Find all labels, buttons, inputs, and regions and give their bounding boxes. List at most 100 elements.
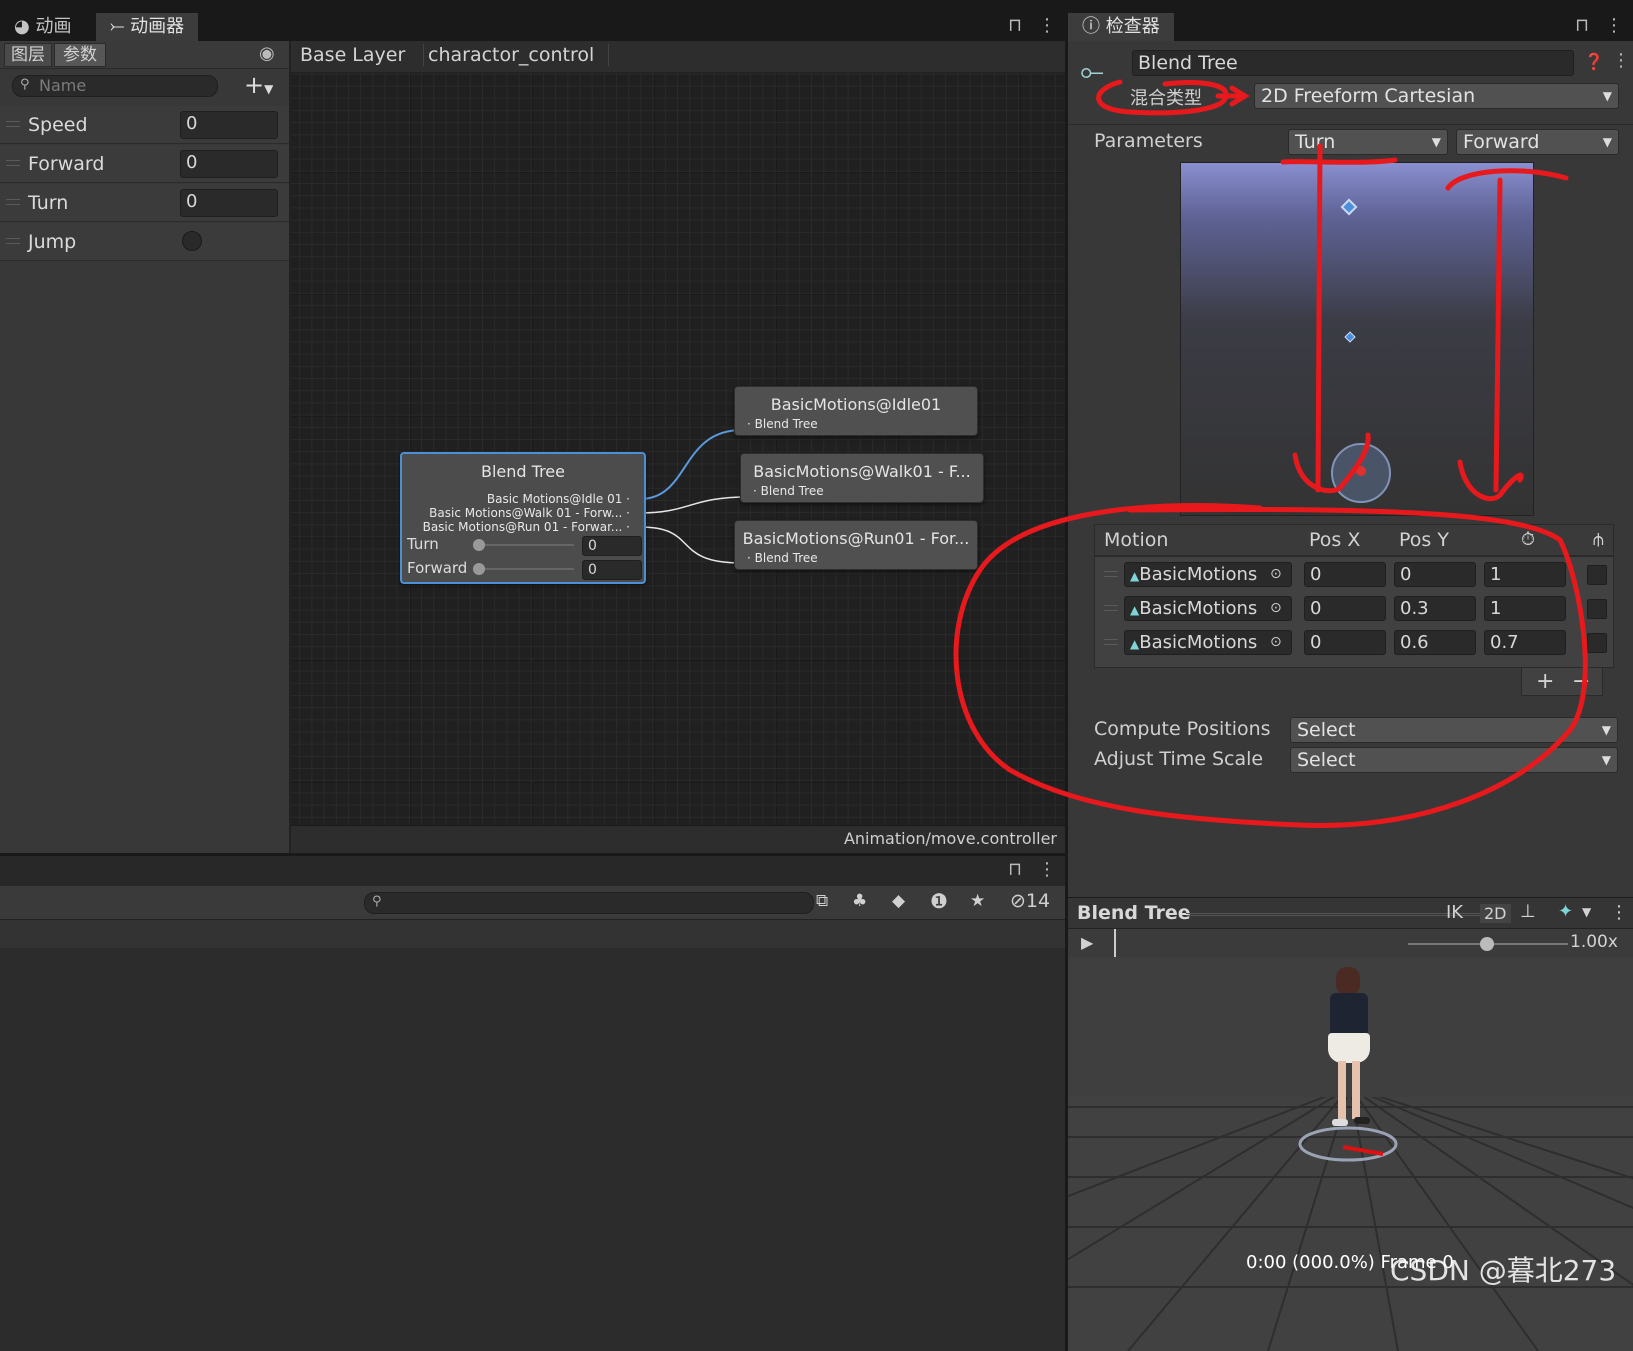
motion-object-field[interactable]: ▲BasicMotions xyxy=(1124,630,1292,655)
tab-inspector[interactable]: ⓘ 检查器 xyxy=(1068,13,1174,41)
timeline-cursor[interactable] xyxy=(1114,929,1116,957)
turn-slider[interactable] xyxy=(473,539,574,551)
play-button[interactable]: ▶ xyxy=(1081,933,1093,952)
shapes-icon[interactable]: ♣ xyxy=(852,891,867,911)
parameters-label: Parameters xyxy=(1094,130,1203,152)
forward-slider[interactable] xyxy=(473,563,574,575)
blend-tree-icon: ⟜ xyxy=(1080,54,1104,89)
motion-row[interactable]: ▲BasicMotions ⊙ 0 0 1 xyxy=(1100,560,1610,592)
anim-clip-icon: ▲ xyxy=(1130,603,1140,617)
motion-node-walk[interactable]: BasicMotions@Walk01 - F... · Blend Tree xyxy=(740,453,984,503)
speed-field[interactable]: 1 xyxy=(1484,596,1566,621)
slider-thumb[interactable] xyxy=(1480,937,1494,951)
more-icon[interactable]: ⋮ xyxy=(1612,50,1630,71)
turn-label: Turn xyxy=(407,535,439,553)
mirror-checkbox[interactable] xyxy=(1587,599,1607,619)
motion-row[interactable]: ▲BasicMotions ⊙ 0 0.6 0.7 xyxy=(1100,628,1610,660)
object-picker-icon[interactable]: ⊙ xyxy=(1270,600,1282,616)
motion-list-header: Motion Pos X Pos Y ⏱ ⫛ xyxy=(1094,524,1614,556)
pivot-icon[interactable]: ⊥ xyxy=(1520,901,1536,922)
motion-node-idle[interactable]: BasicMotions@Idle01 · Blend Tree xyxy=(734,386,978,436)
drag-handle-icon[interactable] xyxy=(1104,639,1118,645)
drag-handle-icon[interactable] xyxy=(1104,605,1118,611)
posx-field[interactable]: 0 xyxy=(1304,630,1386,655)
motion-node-run[interactable]: BasicMotions@Run01 - For... · Blend Tree xyxy=(734,520,978,570)
character-model xyxy=(1326,967,1370,1127)
chevron-down-icon: ▼ xyxy=(1602,89,1612,103)
anim-clip-icon: ▲ xyxy=(1130,637,1140,651)
adjust-time-scale-select[interactable]: Select ▼ xyxy=(1290,747,1618,773)
node-title: Blend Tree xyxy=(481,462,565,481)
warning-icon[interactable]: ❶ xyxy=(930,889,948,913)
param-y-select[interactable]: Forward ▼ xyxy=(1456,129,1619,155)
console-header: ⊓ ⋮ xyxy=(0,856,1065,886)
console-search-input[interactable]: ⚲ xyxy=(364,892,814,914)
posy-field[interactable]: 0.3 xyxy=(1394,596,1476,621)
console-body xyxy=(0,948,1065,1351)
adjust-time-scale-label: Adjust Time Scale xyxy=(1094,748,1264,770)
2d-button[interactable]: 2D xyxy=(1480,904,1511,923)
motion-row[interactable]: ▲BasicMotions ⊙ 0 0.3 1 xyxy=(1100,594,1610,626)
compute-positions-select[interactable]: Select ▼ xyxy=(1290,717,1618,743)
list-footer: + − xyxy=(1521,668,1603,696)
more-icon[interactable]: ⋮ xyxy=(1605,15,1623,36)
motion-object-field[interactable]: ▲BasicMotions xyxy=(1124,596,1292,621)
posy-field[interactable]: 0 xyxy=(1394,562,1476,587)
slider-thumb[interactable] xyxy=(473,539,485,551)
divider xyxy=(1068,124,1633,125)
posx-field[interactable]: 0 xyxy=(1304,596,1386,621)
speed-field[interactable]: 0.7 xyxy=(1484,630,1566,655)
preview-viewport[interactable]: 0:00 (000.0%) Frame 0 CSDN @暮北273 xyxy=(1068,957,1633,1351)
motion-object-field[interactable]: ▲BasicMotions xyxy=(1124,562,1292,587)
col-posx: Pos X xyxy=(1309,529,1361,551)
col-motion: Motion xyxy=(1104,529,1169,551)
lock-icon[interactable]: ⊓ xyxy=(1008,859,1022,880)
motion-point[interactable] xyxy=(1344,331,1356,343)
add-motion-button[interactable]: + xyxy=(1536,669,1554,694)
forward-label: Forward xyxy=(407,559,468,577)
mirror-checkbox[interactable] xyxy=(1587,633,1607,653)
node-port[interactable]: Basic Motions@Run 01 - Forwar... · xyxy=(423,520,630,534)
motion-point[interactable] xyxy=(1340,198,1358,216)
chevron-down-icon[interactable]: ▼ xyxy=(1582,905,1591,919)
star-icon[interactable]: ★ xyxy=(970,891,985,911)
speed-slider[interactable] xyxy=(1408,937,1568,951)
drag-handle-icon[interactable] xyxy=(1104,571,1118,577)
hidden-count[interactable]: ⊘14 xyxy=(1010,890,1050,912)
node-sub: · Blend Tree xyxy=(747,551,818,565)
blend-space-graph[interactable] xyxy=(1180,162,1534,516)
object-picker-icon[interactable]: ⊙ xyxy=(1270,634,1282,650)
node-port[interactable]: Basic Motions@Idle 01 · xyxy=(487,492,630,506)
param-x-select[interactable]: Turn ▼ xyxy=(1288,129,1448,155)
lock-icon[interactable]: ⊓ xyxy=(1575,15,1589,36)
remove-motion-button[interactable]: − xyxy=(1572,669,1590,694)
object-picker-icon[interactable]: ⊙ xyxy=(1270,566,1282,582)
posy-field[interactable]: 0.6 xyxy=(1394,630,1476,655)
mirror-checkbox[interactable] xyxy=(1587,565,1607,585)
search-icon: ⚲ xyxy=(372,894,382,909)
forward-value-field[interactable]: 0 xyxy=(582,560,642,580)
blend-type-select[interactable]: 2D Freeform Cartesian ▼ xyxy=(1254,83,1619,109)
ik-button[interactable]: IK xyxy=(1446,902,1463,923)
slider-thumb[interactable] xyxy=(473,563,485,575)
speed-label: 1.00x xyxy=(1570,932,1618,952)
speed-field[interactable]: 1 xyxy=(1484,562,1566,587)
connection-run xyxy=(639,526,743,564)
turn-value-field[interactable]: 0 xyxy=(582,536,642,556)
name-field[interactable]: Blend Tree xyxy=(1132,50,1574,76)
posx-field[interactable]: 0 xyxy=(1304,562,1386,587)
help-icon[interactable]: ❓ xyxy=(1584,52,1604,71)
more-icon[interactable]: ⋮ xyxy=(1610,902,1628,923)
resize-icon[interactable]: ⧉ xyxy=(816,891,828,911)
inspector-tabbar: ⓘ 检查器 ⊓ ⋮ xyxy=(1068,11,1633,41)
avatar-icon[interactable]: ✦ xyxy=(1558,901,1573,922)
tag-icon[interactable]: ◆ xyxy=(892,891,905,911)
node-port[interactable]: Basic Motions@Walk 01 - Forw... · xyxy=(429,506,630,520)
info-icon: ⓘ xyxy=(1082,16,1100,37)
blend-tree-node[interactable]: Blend Tree Basic Motions@Idle 01 · Basic… xyxy=(400,452,646,584)
chevron-down-icon: ▼ xyxy=(1602,135,1612,149)
console-row xyxy=(0,920,1065,948)
col-posy: Pos Y xyxy=(1399,529,1449,551)
more-icon[interactable]: ⋮ xyxy=(1038,859,1056,880)
current-position-dot[interactable] xyxy=(1356,466,1366,476)
